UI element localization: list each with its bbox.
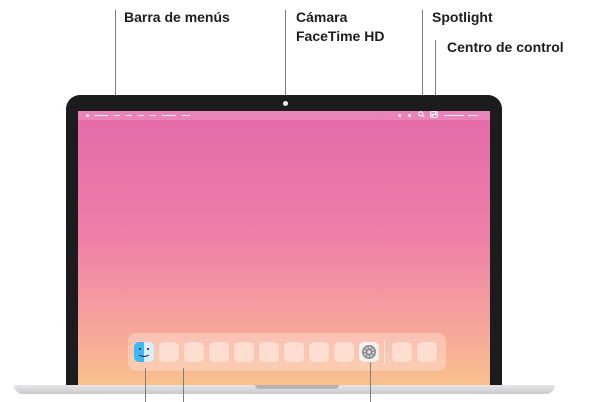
dock-app-icon[interactable] — [184, 342, 204, 362]
dock-separator — [384, 340, 385, 364]
facetime-camera — [283, 101, 288, 106]
search-icon[interactable] — [418, 111, 425, 121]
dock-app-icon[interactable] — [234, 342, 254, 362]
dock-app-icon[interactable] — [259, 342, 279, 362]
dock-trash-icon[interactable] — [417, 342, 437, 362]
leader-finder — [145, 368, 146, 402]
leader-dock — [183, 368, 184, 402]
dock-app-icon[interactable] — [309, 342, 329, 362]
dock-app-icon[interactable] — [209, 342, 229, 362]
callout-spotlight: Spotlight — [432, 9, 493, 25]
status-icon[interactable] — [408, 114, 411, 117]
dock-app-icon[interactable] — [284, 342, 304, 362]
dock — [128, 333, 446, 371]
menu-item[interactable] — [162, 115, 176, 116]
callout-camera-line1: Cámara — [296, 9, 348, 25]
finder-icon[interactable] — [134, 342, 154, 362]
laptop-base — [14, 385, 555, 394]
menu-item[interactable] — [182, 115, 190, 116]
system-settings-icon[interactable] — [359, 342, 379, 362]
control-center-icon[interactable] — [430, 111, 438, 121]
menu-bar[interactable] — [78, 111, 490, 120]
callout-control-center: Centro de control — [447, 39, 564, 55]
clock[interactable] — [468, 115, 478, 116]
desktop-screen — [78, 111, 490, 385]
clock[interactable] — [444, 115, 464, 116]
lid-opening-notch — [255, 385, 339, 389]
leader-settings — [370, 362, 371, 402]
dock-app-icon[interactable] — [159, 342, 179, 362]
menu-item[interactable] — [150, 115, 156, 116]
menu-item[interactable] — [138, 115, 144, 116]
callout-camera-line2: FaceTime HD — [296, 28, 385, 44]
menu-item[interactable] — [114, 115, 120, 116]
leader-camera — [285, 10, 286, 100]
callout-menu-bar: Barra de menús — [124, 9, 230, 25]
apple-menu-icon[interactable] — [86, 114, 89, 117]
menu-item-app[interactable] — [94, 115, 108, 116]
status-icon[interactable] — [398, 114, 401, 117]
dock-app-icon[interactable] — [334, 342, 354, 362]
dock-app-icon[interactable] — [392, 342, 412, 362]
menu-item[interactable] — [126, 115, 132, 116]
